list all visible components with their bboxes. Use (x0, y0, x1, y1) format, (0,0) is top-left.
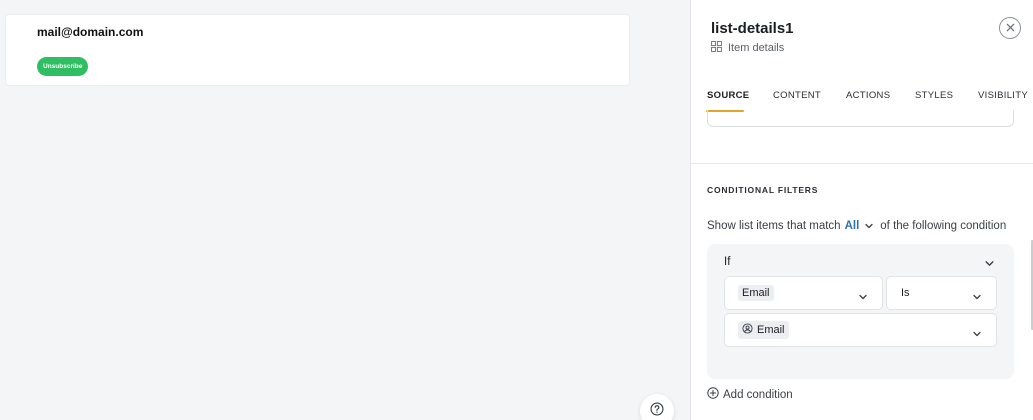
match-row: Show list items that match All of the fo… (707, 220, 1006, 232)
tab-actions[interactable]: ACTIONS (846, 90, 890, 101)
operator-label: Is (901, 287, 910, 299)
chevron-down-icon (972, 289, 982, 307)
help-button[interactable] (640, 394, 674, 420)
question-circle-icon (650, 401, 664, 420)
source-select-bottom[interactable] (707, 110, 1014, 127)
condition-group: If Email Is Email (707, 244, 1014, 379)
grid-icon (711, 41, 722, 55)
conditional-filters-title: CONDITIONAL FILTERS (707, 185, 819, 195)
unsubscribe-button[interactable]: Unsubscribe (37, 57, 89, 76)
chevron-down-icon[interactable] (984, 256, 995, 274)
tab-bar: SOURCE CONTENT ACTIONS STYLES VISIBILITY (691, 80, 1033, 112)
operator-select[interactable]: Is (886, 276, 997, 310)
list-item-card[interactable]: mail@domain.com Unsubscribe (5, 14, 630, 86)
properties-panel: list-details1 Item details SOURCE CONTEN… (690, 0, 1033, 420)
add-condition-label: Add condition (723, 388, 793, 401)
panel-subtitle: Item details (711, 41, 784, 55)
value-pill-label: Email (757, 324, 785, 336)
add-condition-button[interactable]: Add condition (707, 387, 793, 402)
field-pill: Email (738, 285, 774, 301)
panel-subtitle-label: Item details (728, 42, 785, 54)
tab-source[interactable]: SOURCE (707, 90, 749, 101)
close-icon (1006, 19, 1015, 37)
chevron-down-icon (858, 289, 868, 307)
tab-visibility[interactable]: VISIBILITY (978, 90, 1028, 101)
field-select[interactable]: Email (724, 276, 883, 310)
email-text: mail@domain.com (37, 25, 144, 39)
match-mode-select[interactable]: All (845, 220, 860, 232)
tab-styles[interactable]: STYLES (915, 90, 953, 101)
match-prefix: Show list items that match (707, 220, 841, 232)
value-pill: Email (738, 321, 789, 339)
panel-title: list-details1 (711, 20, 794, 37)
at-sign-icon (742, 323, 753, 337)
field-pill-label: Email (742, 287, 770, 299)
section-divider (691, 163, 1033, 164)
match-suffix: of the following condition (880, 220, 1007, 232)
chevron-down-icon[interactable] (864, 221, 874, 231)
tab-content[interactable]: CONTENT (773, 90, 821, 101)
if-label: If (724, 256, 731, 268)
chevron-down-icon (972, 326, 982, 344)
close-button[interactable] (999, 17, 1021, 39)
plus-circle-icon (707, 387, 719, 402)
editor-canvas: mail@domain.com Unsubscribe (0, 0, 690, 420)
value-select[interactable]: Email (724, 313, 997, 347)
